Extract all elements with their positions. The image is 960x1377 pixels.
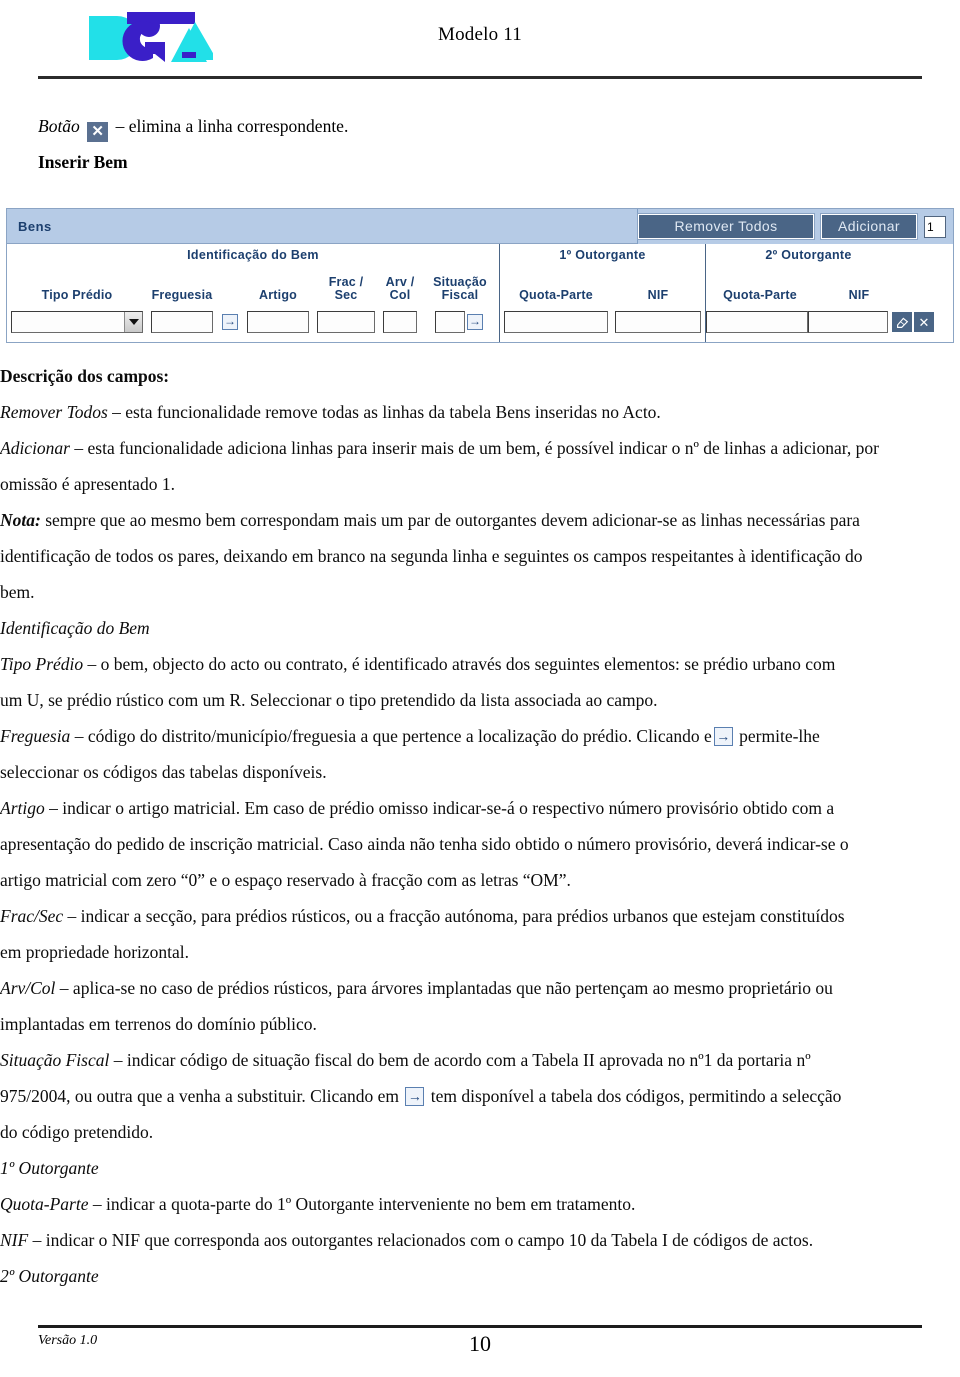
para-frac-sec: Frac/Sec – indicar a secção, para prédio… — [0, 906, 845, 962]
group-identificacao-do-bem: Identificação do Bem Tipo Prédio Fregues… — [7, 244, 499, 342]
close-icon[interactable]: ✕ — [914, 312, 934, 332]
group-primeiro-outorgante: 1º Outorgante Quota-Parte NIF — [499, 244, 705, 342]
para-nif: NIF – indicar o NIF que corresponda aos … — [0, 1230, 814, 1250]
col-header-artigo: Artigo — [259, 288, 297, 302]
col-header-tipo-predio: Tipo Prédio — [41, 288, 113, 302]
bens-panel-actions: Remover Todos Adicionar — [637, 209, 953, 244]
col-header-out2-nif: NIF — [848, 288, 870, 302]
out2-nif-input[interactable] — [808, 311, 888, 333]
bens-grid: Identificação do Bem Tipo Prédio Fregues… — [7, 244, 953, 342]
document-title: Modelo 11 — [438, 24, 522, 45]
out1-fields-row — [500, 304, 705, 340]
section-heading-inserir-bem: Inserir Bem — [38, 152, 128, 172]
out1-column-headers: Quota-Parte NIF — [500, 266, 705, 304]
lookup-arrow-icon — [713, 727, 733, 746]
bem-column-headers: Tipo Prédio Freguesia Artigo Frac / Sec A… — [7, 266, 499, 304]
out1-nif-input[interactable] — [615, 311, 701, 333]
heading-primeiro-outorgante: 1º Outorgante — [0, 1158, 99, 1178]
group-title-primeiro-outorgante: 1º Outorgante — [559, 248, 646, 262]
para-adicionar: Adicionar – esta funcionalidade adiciona… — [0, 438, 879, 494]
artigo-input[interactable] — [247, 311, 309, 333]
situacao-fiscal-lookup-icon[interactable] — [467, 313, 483, 330]
bens-form-panel: Bens Remover Todos Adicionar Identificaç… — [6, 208, 954, 343]
footer-page-number: 10 — [469, 1331, 491, 1356]
para-artigo: Artigo – indicar o artigo matricial. Em … — [0, 798, 849, 890]
group-title-identificacao-do-bem: Identificação do Bem — [187, 248, 319, 262]
tipo-predio-select[interactable] — [11, 311, 143, 333]
row-tools: ✕ — [892, 312, 934, 332]
chevron-down-icon[interactable] — [124, 312, 142, 332]
heading-segundo-outorgante: 2º Outorgante — [0, 1266, 99, 1286]
bem-fields-row — [7, 304, 499, 340]
bens-panel-title: Bens — [18, 218, 52, 234]
col-header-out1-quota-parte: Quota-Parte — [519, 288, 593, 302]
para-nota: Nota: sempre que ao mesmo bem correspond… — [0, 510, 863, 602]
header-divider — [38, 76, 922, 79]
lookup-arrow-icon — [405, 1087, 425, 1106]
remover-todos-button[interactable]: Remover Todos — [637, 213, 815, 240]
page-footer: Versão 1.0 10 — [38, 1325, 922, 1359]
group-segundo-outorgante: 2º Outorgante Quota-Parte NIF ✕ — [705, 244, 934, 342]
para-tipo-predio: Tipo Prédio – o bem, objecto do acto ou … — [0, 654, 836, 710]
adicionar-quantity-input[interactable] — [924, 215, 946, 238]
frac-sec-input[interactable] — [317, 311, 375, 333]
out2-fields-row: ✕ — [706, 304, 934, 340]
botao-label: Botão — [38, 116, 80, 136]
para-remover-todos: Remover Todos – esta funcionalidade remo… — [0, 402, 661, 422]
out2-column-headers: Quota-Parte NIF — [706, 266, 911, 304]
bens-panel-titlebar: Bens Remover Todos Adicionar — [7, 209, 953, 244]
heading-descricao-dos-campos: Descrição dos campos: — [0, 366, 170, 386]
col-header-frac-sec: Frac / Sec — [328, 275, 364, 302]
situacao-fiscal-input[interactable] — [435, 311, 465, 333]
para-situacao-fiscal: Situação Fiscal – indicar código de situ… — [0, 1042, 856, 1150]
eraser-icon[interactable] — [892, 312, 912, 332]
para-quota-parte: Quota-Parte – indicar a quota-parte do 1… — [0, 1194, 636, 1214]
col-header-out1-nif: NIF — [647, 288, 669, 302]
out2-quota-parte-input[interactable] — [706, 311, 808, 333]
adicionar-button[interactable]: Adicionar — [820, 213, 918, 240]
col-header-out2-quota-parte: Quota-Parte — [723, 288, 797, 302]
botao-description-text: – elimina a linha correspondente. — [115, 116, 349, 136]
group-title-segundo-outorgante: 2º Outorgante — [765, 248, 852, 262]
document-body: Descrição dos campos: Remover Todos – es… — [0, 358, 960, 1294]
page-header: Modelo 11 — [0, 0, 960, 95]
freguesia-input[interactable] — [151, 311, 213, 333]
col-header-freguesia: Freguesia — [151, 288, 213, 302]
botao-description-line: Botão ✕ – elimina a linha correspondente… — [38, 111, 960, 142]
arv-col-input[interactable] — [383, 311, 417, 333]
footer-divider — [38, 1325, 922, 1328]
para-freguesia: Freguesia – código do distrito/município… — [0, 718, 856, 790]
freguesia-lookup-icon[interactable] — [222, 313, 238, 330]
col-header-arv-col: Arv / Col — [385, 275, 415, 302]
para-arv-col: Arv/Col – aplica-se no caso de prédios r… — [0, 978, 833, 1034]
heading-identificacao-do-bem: Identificação do Bem — [0, 618, 150, 638]
close-icon: ✕ — [87, 122, 109, 142]
out1-quota-parte-input[interactable] — [504, 311, 608, 333]
col-header-situacao-fiscal: Situação Fiscal — [433, 275, 487, 302]
